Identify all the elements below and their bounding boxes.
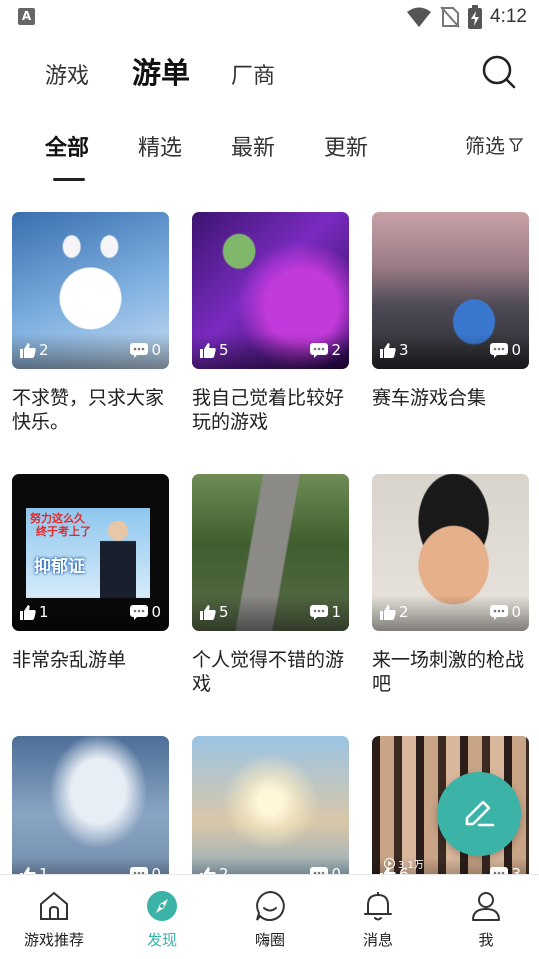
like-count-value: 3 [399,341,409,359]
chat-icon [256,890,285,921]
thumbs-up-icon [200,342,216,358]
like-count-value: 2 [399,603,409,621]
card-thumbnail: 3 0 [372,212,529,369]
tab-games[interactable]: 游戏 [45,58,89,90]
thumb-photo: 努力这么久 终于考上了 抑郁证 [26,508,150,598]
thumbs-up-icon [200,604,216,620]
card-thumbnail: 5 2 [192,212,349,369]
nav-item-game-recommend[interactable]: 游戏推荐 [9,889,99,950]
wifi-icon [407,7,432,27]
comment-count-value: 0 [151,341,161,359]
home-icon [40,891,68,920]
nav-label: 消息 [362,931,393,949]
like-count: 2 [380,603,409,621]
nav-item-circle[interactable]: 嗨圈 [225,889,315,950]
comment-count-value: 1 [331,603,341,621]
card-thumbnail: 2 0 [372,474,529,631]
card-thumbnail: 2 0 [192,736,349,893]
app-notification-icon: A [18,8,35,25]
comment-count-value: 2 [331,341,341,359]
edit-icon [465,800,495,827]
bell-icon [364,892,392,921]
comment-count: 0 [130,341,161,359]
subtab-latest[interactable]: 最新 [231,130,275,162]
thumbs-up-icon [20,604,36,620]
card-thumbnail: 5 1 [192,474,349,631]
card-title: 个人觉得不错的游戏 [192,649,345,695]
like-count: 5 [200,341,229,359]
battery-charging-icon [468,5,483,29]
filter-icon [509,137,523,152]
comment-icon [310,604,329,620]
thumb-caption: 努力这么久 终于考上了 [30,512,91,538]
card-title: 非常杂乱游单 [12,649,127,671]
screen: A 4:12 游戏 游单 厂商 全部 精选 最新 更新 筛选 2 0 不求赞，只… [0,0,539,959]
card-thumbnail: 2 0 [12,212,169,369]
search-icon[interactable] [481,54,517,90]
comment-count: 1 [310,603,341,621]
status-bar: A 4:12 [0,0,539,34]
tab-vendors[interactable]: 厂商 [231,58,275,90]
card-thumbnail: 1 0 [12,736,169,893]
nav-item-me[interactable]: 我 [441,889,531,950]
comment-icon [130,342,149,358]
nav-label: 游戏推荐 [23,931,84,949]
card-title: 我自己觉着比较好玩的游戏 [192,387,345,433]
no-sim-icon [440,6,460,28]
subtab-featured[interactable]: 精选 [138,130,182,162]
comment-count: 0 [490,603,521,621]
compass-icon [147,891,177,921]
nav-label: 发现 [146,931,177,949]
top-tabs: 游戏 游单 厂商 [0,44,539,100]
thumbs-up-icon [20,342,36,358]
comment-count: 0 [130,603,161,621]
thumb-caption-large: 抑郁证 [34,557,85,577]
card-title: 来一场刺激的枪战吧 [372,649,525,695]
comment-icon [490,342,509,358]
comment-count-value: 0 [511,603,521,621]
comment-count-value: 0 [511,341,521,359]
create-list-button[interactable] [437,772,521,856]
status-icons: 4:12 [406,4,527,30]
nav-item-messages[interactable]: 消息 [333,889,423,950]
like-count: 2 [20,341,49,359]
comment-icon [310,342,329,358]
filter-label: 筛选 [465,134,505,158]
like-count: 5 [200,603,229,621]
nav-label: 嗨圈 [254,931,285,949]
nav-item-discover[interactable]: 发现 [117,889,207,950]
status-time: 4:12 [490,6,527,27]
comment-icon [490,604,509,620]
nav-label: 我 [478,931,494,949]
comment-icon [130,604,149,620]
comment-count-value: 0 [151,603,161,621]
card-title: 不求赞，只求大家快乐。 [12,387,165,433]
like-count: 3 [380,341,409,359]
like-count-value: 2 [39,341,49,359]
thumb-person [100,516,136,598]
tab-game-lists[interactable]: 游单 [132,50,190,92]
card-title: 赛车游戏合集 [372,387,487,409]
bottom-nav: 游戏推荐 发现 嗨圈 消息 我 [0,874,539,959]
filter-button[interactable]: 筛选 [465,130,523,159]
subtab-all[interactable]: 全部 [45,130,89,162]
thumbs-up-icon [380,342,396,358]
user-icon [472,892,500,921]
card-thumbnail: 努力这么久 终于考上了 抑郁证 1 0 [12,474,169,631]
like-count: 1 [20,603,49,621]
subtab-updated[interactable]: 更新 [324,130,368,162]
thumbs-up-icon [380,604,396,620]
active-tab-indicator [53,178,85,181]
comment-count: 0 [490,341,521,359]
like-count-value: 5 [219,341,229,359]
sub-tabs: 全部 精选 最新 更新 筛选 [0,118,539,188]
comment-count: 2 [310,341,341,359]
like-count-value: 5 [219,603,229,621]
like-count-value: 1 [39,603,49,621]
